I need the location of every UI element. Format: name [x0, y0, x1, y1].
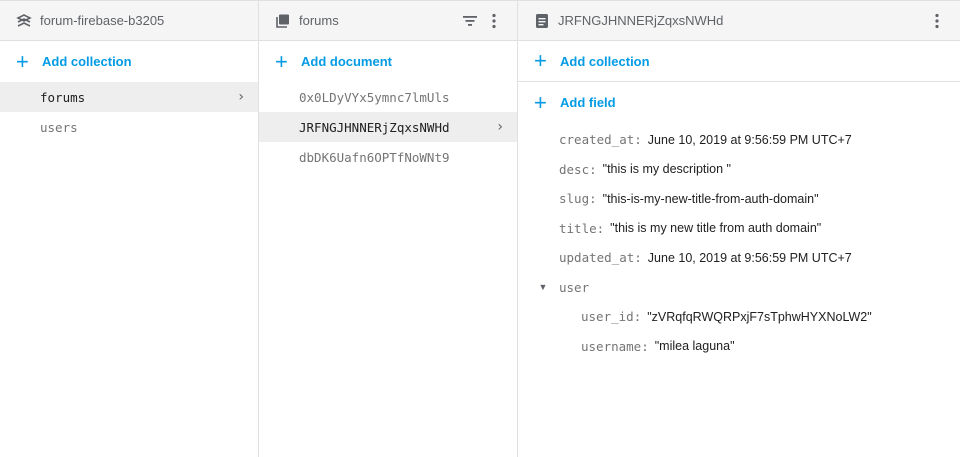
plus-icon: +	[16, 48, 29, 74]
field-separator: :	[589, 191, 597, 207]
firestore-icon	[16, 13, 32, 29]
add-collection-label: Add collection	[560, 53, 650, 69]
field-separator: :	[596, 220, 605, 236]
plus-icon: +	[275, 48, 288, 74]
document-panel-header: JRFNGJHNNERjZqxsNWHd	[518, 1, 960, 41]
field-key: username	[581, 338, 642, 354]
field-key: user	[559, 279, 590, 295]
field-row-desc[interactable]: desc: "this is my description "	[518, 155, 960, 185]
field-separator: :	[634, 250, 642, 266]
field-row-user-map[interactable]: ▼ user	[518, 273, 960, 303]
document-panel: JRFNGJHNNERjZqxsNWHd + Add collection + …	[518, 1, 960, 457]
document-id: 0x0LDyVYx5ymnc7lmUls	[299, 89, 450, 105]
field-key: created_at	[559, 132, 635, 148]
chevron-right-icon: ›	[238, 89, 244, 105]
add-collection-label: Add collection	[42, 54, 132, 69]
collection-label: forums	[40, 89, 86, 105]
field-key: user_id	[581, 309, 634, 325]
add-collection-button[interactable]: + Add collection	[0, 41, 258, 82]
field-key: slug	[559, 191, 590, 207]
root-panel-header: forum-firebase-b3205	[0, 1, 258, 41]
field-key: desc	[559, 161, 590, 177]
field-key: updated_at	[559, 250, 635, 266]
firestore-console: forum-firebase-b3205 + Add collection fo…	[0, 0, 960, 457]
add-document-label: Add document	[301, 54, 392, 69]
collection-panel: forums + Add document 0x0LDyVYx5ymnc7lmU…	[259, 1, 518, 457]
field-row-user-id[interactable]: user_id: "zVRqfqRWQRPxjF7sTphwHYXNoLW2"	[518, 302, 960, 332]
field-separator: :	[633, 309, 642, 325]
field-separator: :	[641, 338, 649, 354]
field-row-created-at[interactable]: created_at: June 10, 2019 at 9:56:59 PM …	[518, 125, 960, 155]
field-value: "this-is-my-new-title-from-auth-domain"	[602, 191, 819, 206]
document-title: JRFNGJHNNERjZqxsNWHd	[558, 13, 724, 28]
field-separator: :	[589, 161, 597, 177]
field-value: "this is my description "	[602, 162, 731, 177]
add-field-label: Add field	[560, 95, 616, 110]
filter-icon[interactable]	[461, 12, 479, 30]
more-vert-icon[interactable]	[928, 12, 946, 30]
document-item[interactable]: dbDK6Uafn6OPTfNoWNt9	[259, 142, 517, 172]
document-id: JRFNGJHNNERjZqxsNWHd	[299, 119, 450, 135]
add-subcollection-button[interactable]: + Add collection	[518, 41, 960, 82]
field-value: "milea laguna"	[654, 339, 735, 354]
field-value: June 10, 2019 at 9:56:59 PM UTC+7	[647, 250, 852, 265]
document-item-selected[interactable]: JRFNGJHNNERjZqxsNWHd ›	[259, 112, 517, 142]
caret-down-icon[interactable]: ▼	[536, 282, 550, 292]
collection-label: users	[40, 119, 78, 135]
field-row-username[interactable]: username: "milea laguna"	[518, 332, 960, 362]
field-row-slug[interactable]: slug: "this-is-my-new-title-from-auth-do…	[518, 184, 960, 214]
collection-panel-header: forums	[259, 1, 517, 41]
collection-icon	[275, 13, 291, 29]
chevron-right-icon: ›	[497, 119, 503, 135]
root-panel: forum-firebase-b3205 + Add collection fo…	[0, 1, 259, 457]
project-title: forum-firebase-b3205	[40, 13, 165, 28]
field-row-title[interactable]: title: "this is my new title from auth d…	[518, 214, 960, 244]
field-value: "zVRqfqRWQRPxjF7sTphwHYXNoLW2"	[647, 309, 872, 324]
collection-item-users[interactable]: users	[0, 112, 258, 142]
document-icon	[534, 13, 550, 29]
document-id: dbDK6Uafn6OPTfNoWNt9	[299, 149, 450, 165]
more-vert-icon[interactable]	[485, 12, 503, 30]
plus-icon: +	[534, 48, 547, 73]
collection-title: forums	[299, 13, 339, 28]
add-field-button[interactable]: + Add field	[518, 82, 960, 123]
field-value: "this is my new title from auth domain"	[610, 221, 822, 236]
field-list: created_at: June 10, 2019 at 9:56:59 PM …	[518, 123, 960, 361]
document-item[interactable]: 0x0LDyVYx5ymnc7lmUls	[259, 82, 517, 112]
collection-item-forums[interactable]: forums ›	[0, 82, 258, 112]
field-key: title	[559, 220, 597, 236]
field-row-updated-at[interactable]: updated_at: June 10, 2019 at 9:56:59 PM …	[518, 243, 960, 273]
field-separator: :	[634, 132, 642, 148]
plus-icon: +	[534, 89, 547, 115]
field-value: June 10, 2019 at 9:56:59 PM UTC+7	[647, 132, 852, 147]
add-document-button[interactable]: + Add document	[259, 41, 517, 82]
